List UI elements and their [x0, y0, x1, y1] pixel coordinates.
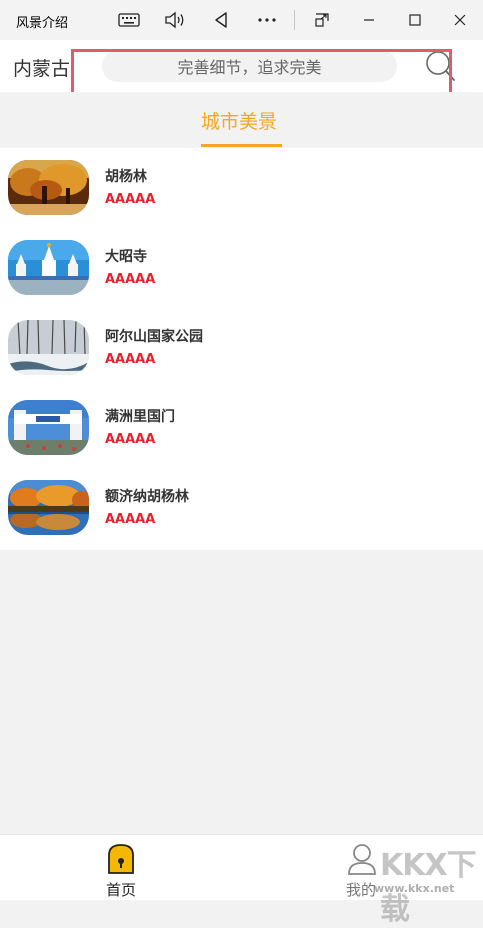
home-icon: [107, 843, 135, 879]
tab-city-scenery[interactable]: 城市美景: [201, 107, 277, 134]
more-icon[interactable]: [255, 8, 279, 32]
window-title: 风景介绍: [16, 16, 69, 31]
search-placeholder: 完善细节，追求完美: [177, 58, 322, 77]
spot-thumbnail: [8, 400, 89, 455]
spot-thumbnail: [8, 320, 89, 375]
nav-mine-label: 我的: [345, 881, 376, 899]
spot-rating: AAAAA: [105, 192, 156, 207]
titlebar-divider: [294, 10, 295, 30]
maximize-icon[interactable]: [407, 8, 423, 32]
back-icon[interactable]: [210, 8, 232, 32]
spot-rating: AAAAA: [105, 512, 156, 527]
bottom-navigation: 首页 我的: [0, 834, 483, 900]
compact-overlay-icon[interactable]: [313, 8, 331, 32]
spot-rating: AAAAA: [105, 352, 156, 367]
category-tabs: 城市美景: [0, 92, 483, 148]
list-item[interactable]: 满洲里国门 AAAAA: [0, 388, 483, 468]
spot-thumbnail: [8, 160, 89, 215]
city-selector[interactable]: 内蒙古: [13, 54, 75, 81]
keyboard-icon[interactable]: [116, 8, 142, 32]
list-item[interactable]: 胡杨林 AAAAA: [0, 148, 483, 228]
list-item[interactable]: 大昭寺 AAAAA: [0, 228, 483, 308]
nav-mine[interactable]: 我的: [340, 841, 382, 899]
minimize-icon[interactable]: [361, 8, 377, 32]
spot-name: 胡杨林: [105, 169, 147, 185]
spot-name: 额济纳胡杨林: [105, 489, 189, 505]
spot-thumbnail: [8, 480, 89, 535]
spot-rating: AAAAA: [105, 272, 156, 287]
volume-icon[interactable]: [163, 8, 187, 32]
window-titlebar: 风景介绍: [0, 0, 483, 40]
close-icon[interactable]: [452, 8, 468, 32]
list-item[interactable]: 额济纳胡杨林 AAAAA: [0, 468, 483, 548]
spot-name: 阿尔山国家公园: [105, 329, 203, 345]
app-header: 内蒙古 完善细节，追求完美: [0, 40, 483, 97]
search-icon[interactable]: [423, 50, 457, 84]
spot-name: 大昭寺: [105, 249, 147, 265]
spot-list: 胡杨林 AAAAA 大昭寺 AAAAA 阿尔山国家公园 AAAAA 满洲里国门 …: [0, 148, 483, 550]
user-icon: [347, 843, 377, 879]
spot-name: 满洲里国门: [105, 409, 175, 425]
spot-thumbnail: [8, 240, 89, 295]
nav-home[interactable]: 首页: [100, 841, 142, 899]
spot-rating: AAAAA: [105, 432, 156, 447]
active-tab-indicator: [201, 144, 282, 147]
nav-home-label: 首页: [105, 881, 136, 899]
list-item[interactable]: 阿尔山国家公园 AAAAA: [0, 308, 483, 388]
search-input[interactable]: 完善细节，追求完美: [102, 50, 397, 82]
